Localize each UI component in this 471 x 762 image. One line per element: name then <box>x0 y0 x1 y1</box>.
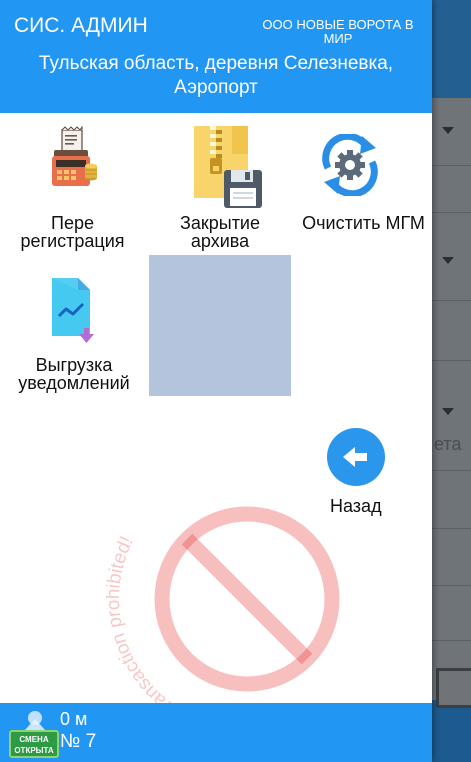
clear-mgm-button[interactable]: Очистить МГМ <box>295 126 432 256</box>
distance-value: 0 м <box>60 709 88 729</box>
background-button <box>436 668 471 708</box>
user-role: СИС. АДМИН <box>14 14 148 37</box>
back-circle <box>327 428 385 486</box>
dropdown-arrow-icon <box>442 127 454 134</box>
organization-name: ООО НОВЫЕ ВОРОТА В МИР <box>262 17 414 46</box>
background-partial-text: ета <box>434 434 462 454</box>
close-archive-button[interactable]: Закрытие архива <box>150 126 290 256</box>
back-button[interactable] <box>327 428 396 486</box>
dropdown-arrow-icon <box>442 257 454 264</box>
refresh-settings-icon <box>322 134 378 196</box>
location-address: Тульская область, деревня Селезневка, Аэ… <box>38 53 394 98</box>
export-chart-icon <box>52 278 94 343</box>
background-divider <box>432 528 471 529</box>
export-notifications-button[interactable]: Выгрузка уведомлений <box>0 272 148 396</box>
background-divider <box>432 165 471 166</box>
background-divider <box>432 212 471 213</box>
arrow-left-icon <box>343 447 367 467</box>
close-archive-label: Закрытие архива <box>179 213 260 251</box>
back-label: Назад <box>330 496 382 516</box>
clear-mgm-label: Очистить МГМ <box>302 213 425 233</box>
reregistration-button[interactable]: Пере регистрация <box>0 126 145 256</box>
background-divider <box>432 360 471 361</box>
archive-floppy-icon <box>194 126 262 208</box>
shift-status-badge: СМЕНА ОТКРЫТА <box>9 730 59 758</box>
background-divider <box>432 640 471 641</box>
drawer-footer: 0 м СМЕНА ОТКРЫТА № 7 <box>0 703 432 762</box>
dropdown-arrow-icon <box>442 408 454 415</box>
reregistration-label: Пере регистрация <box>20 213 125 251</box>
background-bottom-bar <box>432 700 471 762</box>
cash-register-icon <box>52 126 97 186</box>
background-divider <box>432 300 471 301</box>
drawer-header: СИС. АДМИН ООО НОВЫЕ ВОРОТА В МИР Тульск… <box>0 0 432 113</box>
navigation-drawer: СИС. АДМИН ООО НОВЫЕ ВОРОТА В МИР Тульск… <box>0 0 432 762</box>
background-divider <box>432 585 471 586</box>
shift-number: № 7 <box>60 731 97 752</box>
background-divider <box>432 470 471 471</box>
hidden-menu-slot <box>149 255 291 396</box>
location-pin-icon <box>24 711 46 731</box>
export-notifications-label: Выгрузка уведомлений <box>18 355 130 393</box>
